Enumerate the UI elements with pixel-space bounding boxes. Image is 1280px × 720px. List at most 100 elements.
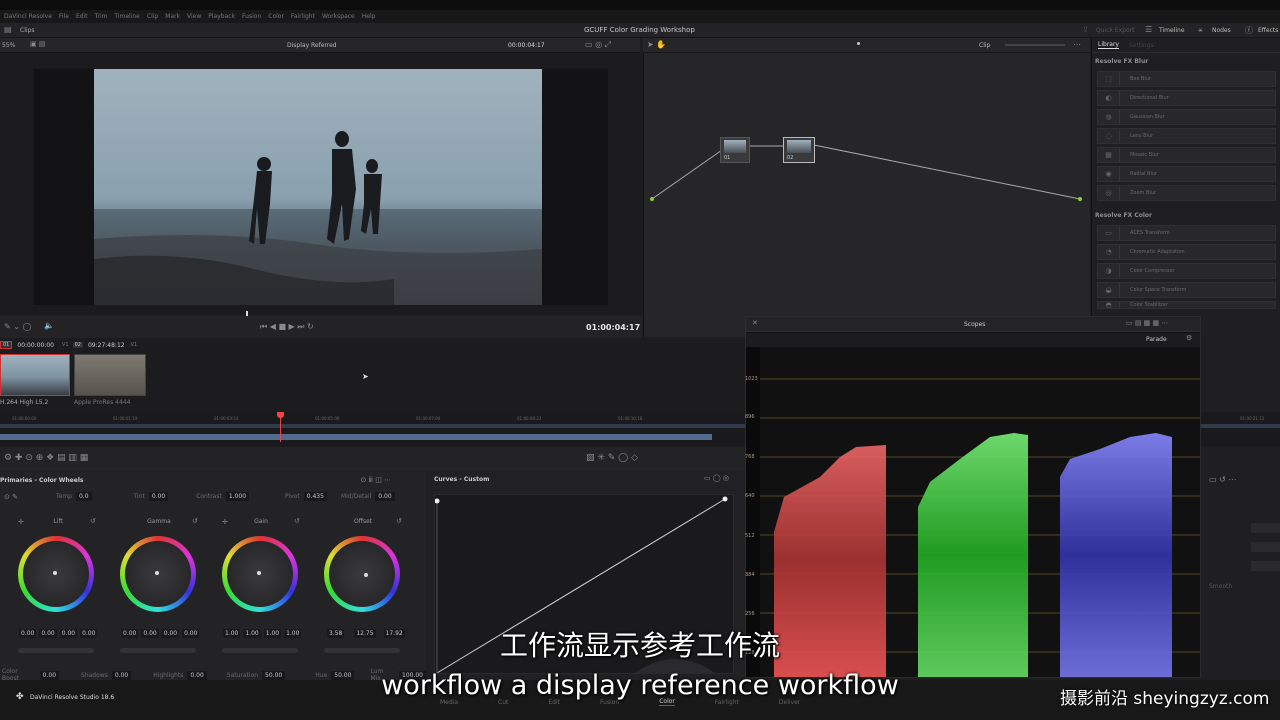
gamma-reset-icon[interactable]: ↺ xyxy=(192,517,198,525)
lift-wheel[interactable] xyxy=(18,536,94,612)
tint-value[interactable]: 0.00 xyxy=(148,492,169,501)
section-resolve-fx-blur[interactable]: Resolve FX Blur xyxy=(1092,53,1280,69)
fx-chromatic-adaptation[interactable]: ◔ Chromatic Adaptation xyxy=(1097,244,1276,260)
fx-aces-transform[interactable]: ▭ ACES Transform xyxy=(1097,225,1276,241)
scope-settings-icon[interactable]: ⚙ xyxy=(1186,334,1192,342)
right-input-2[interactable] xyxy=(1251,542,1280,552)
effects-button[interactable]: Effects xyxy=(1258,27,1278,34)
zoom-level[interactable]: 55% xyxy=(2,42,15,49)
node-01-thumbnail xyxy=(724,140,746,153)
offset-wheel[interactable] xyxy=(324,536,400,612)
blur-icon: ◉ xyxy=(1098,167,1120,181)
fx-radial-blur[interactable]: ◉ Radial Blur xyxy=(1097,166,1276,182)
node-zoom-slider[interactable] xyxy=(1005,44,1065,46)
clip-02-thumbnail[interactable] xyxy=(74,354,146,396)
fx-lens-blur[interactable]: ◌ Lens Blur xyxy=(1097,128,1276,144)
gain-crosshair-icon[interactable]: ✛ xyxy=(222,518,228,526)
contrast-value[interactable]: 1.000 xyxy=(225,492,250,501)
timeline-playhead[interactable] xyxy=(280,414,281,442)
fx-directional-blur[interactable]: ◐ Directional Blur xyxy=(1097,90,1276,106)
nodes-button[interactable]: Nodes xyxy=(1212,27,1231,34)
viewer-tools-icon[interactable]: ▭ ◎ ⤢ xyxy=(585,40,611,50)
right-input-3[interactable] xyxy=(1251,561,1280,571)
menu-timeline[interactable]: Timeline xyxy=(114,13,140,20)
volume-icon[interactable]: 🔈 xyxy=(44,321,54,330)
pen-tool-icon[interactable]: ✎ ⌄ ◯ xyxy=(4,322,31,331)
menu-fairlight[interactable]: Fairlight xyxy=(291,13,315,20)
effects-icon[interactable]: ⓕ xyxy=(1245,25,1253,36)
node-options-icon[interactable]: ⋯ xyxy=(1073,40,1081,49)
node-01-label: 01 xyxy=(724,155,731,161)
clips-label[interactable]: Clips xyxy=(20,27,34,34)
menu-trim[interactable]: Trim xyxy=(95,13,108,20)
lift-crosshair-icon[interactable]: ✛ xyxy=(18,518,24,526)
scopes-layout-icons[interactable]: ▭ ▤ ▦ ▦ ⋯ xyxy=(1126,319,1168,327)
pointer-icon[interactable]: ➤ ✋ xyxy=(647,40,666,49)
curves-options-icon[interactable]: ▭ ◯ ◎ xyxy=(704,474,729,482)
fx-color-space-transform[interactable]: ◒ Color Space Transform xyxy=(1097,282,1276,298)
lift-reset-icon[interactable]: ↺ xyxy=(90,517,96,525)
gain-wheel[interactable] xyxy=(222,536,298,612)
scopes-titlebar[interactable]: ✕ Scopes ▭ ▤ ▦ ▦ ⋯ xyxy=(746,317,1200,332)
scale-label: 1023 xyxy=(745,376,758,382)
picker-icon[interactable]: ⊙ ✎ xyxy=(4,493,18,501)
menu-view[interactable]: View xyxy=(187,13,201,20)
menu-clip[interactable]: Clip xyxy=(147,13,158,20)
menu-color[interactable]: Color xyxy=(268,13,284,20)
gain-reset-icon[interactable]: ↺ xyxy=(294,517,300,525)
ruler-tick: 01:00:07:04 xyxy=(416,416,441,421)
nodes-icon[interactable]: ⚹ xyxy=(1198,25,1203,35)
playback-controls-icon[interactable]: ⏮ ◀ ■ ▶ ⏭ ↻ xyxy=(260,322,314,332)
fx-mosaic-blur[interactable]: ▦ Mosaic Blur xyxy=(1097,147,1276,163)
menu-help[interactable]: Help xyxy=(362,13,376,20)
fx-color-stabilizer[interactable]: ◓ Color Stabilizer xyxy=(1097,301,1276,309)
clips-icon[interactable]: ▤ xyxy=(4,25,12,34)
tab-library[interactable]: Library xyxy=(1098,41,1119,49)
viewer-mode-icon[interactable]: ▣ ▤ xyxy=(30,40,45,48)
display-mode-select[interactable]: Display Referred xyxy=(287,42,337,49)
timeline-icon[interactable]: ☰ xyxy=(1145,25,1152,34)
fx-box-blur[interactable]: ⬚ Box Blur xyxy=(1097,71,1276,87)
menu-file[interactable]: File xyxy=(59,13,69,20)
clip-01-codec: H.264 High L5.2 xyxy=(0,399,49,406)
menu-fusion[interactable]: Fusion xyxy=(242,13,261,20)
menu-workspace[interactable]: Workspace xyxy=(322,13,355,20)
fx-color-compressor[interactable]: ◑ Color Compressor xyxy=(1097,263,1276,279)
palette-icons-center[interactable]: ▨ ✳ ✎ ◯ ◇ xyxy=(586,453,638,463)
pivot-value[interactable]: 0.435 xyxy=(303,492,327,501)
node-01[interactable]: 01 xyxy=(720,137,750,163)
timeline-button[interactable]: Timeline xyxy=(1159,27,1185,34)
keyframe-icons[interactable]: ▭ ↺ ⋯ xyxy=(1209,475,1236,484)
tint-label: Tint xyxy=(133,493,145,500)
scope-mode-select[interactable]: Parade xyxy=(1146,336,1167,343)
effects-library-panel: Library Settings Resolve FX Blur ⬚ Box Bl… xyxy=(1091,38,1280,338)
scopes-close-icon[interactable]: ✕ xyxy=(752,319,758,327)
timeline-clip-bar[interactable] xyxy=(0,434,712,440)
menu-playback[interactable]: Playback xyxy=(208,13,235,20)
clip-mode-select[interactable]: Clip xyxy=(979,42,990,49)
fx-gaussian-blur[interactable]: ◍ Gaussian Blur xyxy=(1097,109,1276,125)
clip-01-thumbnail[interactable] xyxy=(0,354,70,396)
tab-settings[interactable]: Settings xyxy=(1129,42,1154,49)
temp-value[interactable]: 0.0 xyxy=(75,492,92,501)
palette-icons-left[interactable]: ⚙ ✚ ⊙ ⊕ ❖ ▤ ▥ ▦ xyxy=(4,453,88,463)
menu-edit[interactable]: Edit xyxy=(76,13,88,20)
offset-reset-icon[interactable]: ↺ xyxy=(396,517,402,525)
ruler-tick: 01:00:00:00 xyxy=(12,416,37,421)
wheels-mode-icon[interactable]: ⊙ ⅲ ◫ ⋯ xyxy=(360,476,391,484)
mouse-cursor-icon: ➤ xyxy=(362,372,369,381)
video-frame[interactable] xyxy=(94,69,542,305)
menu-davinci[interactable]: DaVinci Resolve xyxy=(4,13,52,20)
node-02[interactable]: 02 xyxy=(783,137,815,163)
fx-zoom-blur[interactable]: ◎ Zoom Blur xyxy=(1097,185,1276,201)
right-input-1[interactable] xyxy=(1251,523,1280,533)
mid-detail-value[interactable]: 0.00 xyxy=(375,492,395,501)
gamma-wheel[interactable] xyxy=(120,536,196,612)
quick-export-button[interactable]: Quick Export xyxy=(1096,27,1135,34)
viewer-scrubber[interactable] xyxy=(0,311,642,316)
menu-mark[interactable]: Mark xyxy=(165,13,180,20)
node-editor[interactable]: 01 02 xyxy=(643,53,1090,337)
section-resolve-fx-color[interactable]: Resolve FX Color xyxy=(1092,204,1280,223)
playhead-handle[interactable] xyxy=(277,412,284,418)
quick-export-icon[interactable]: ⇪ xyxy=(1082,25,1089,34)
